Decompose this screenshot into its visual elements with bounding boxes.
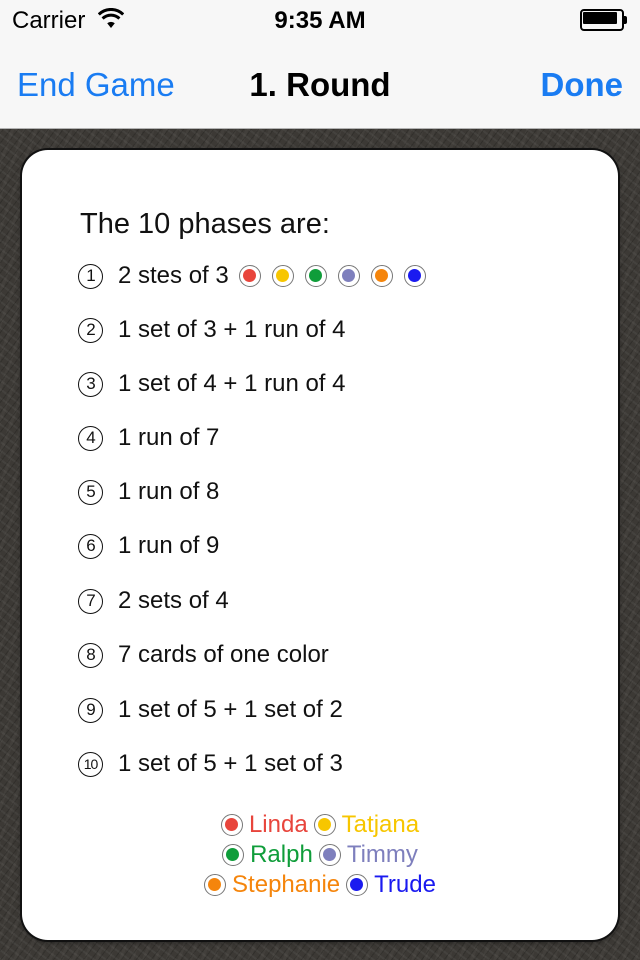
phase-text: 7 cards of one color (118, 641, 329, 668)
phase-number: 3 (78, 371, 103, 397)
player-dot-icon (222, 844, 245, 866)
phase-text: 1 set of 3 + 1 run of 4 (118, 316, 346, 343)
player-dot-icon (403, 265, 426, 287)
phase-number: 1 (78, 263, 103, 289)
phase-number: 6 (78, 533, 103, 559)
phase-number: 8 (78, 642, 103, 668)
phase-number: 10 (78, 751, 103, 777)
phase-text: 1 run of 8 (118, 478, 220, 505)
phase-text: 1 set of 5 + 1 set of 3 (118, 750, 343, 777)
player-name: Trude (374, 871, 436, 898)
phase-row: 10 1 set of 5 + 1 set of 3 (78, 746, 343, 782)
done-button[interactable]: Done (541, 66, 624, 104)
phases-card: The 10 phases are: 1 2 stes of 3 2 1 set… (22, 150, 618, 940)
phase-text: 1 set of 5 + 1 set of 2 (118, 696, 343, 723)
player-name: Timmy (346, 841, 418, 868)
phase-number: 2 (78, 317, 103, 343)
legend-item: Linda (220, 811, 308, 839)
player-dot-icon (313, 814, 336, 836)
player-dot-icon (304, 265, 327, 287)
phase-text: 2 sets of 4 (118, 587, 229, 614)
phase-row: 3 1 set of 4 + 1 run of 4 (78, 366, 345, 402)
phase-text: 1 run of 7 (118, 424, 220, 451)
phase-row: 2 1 set of 3 + 1 run of 4 (78, 312, 345, 348)
phase-row: 6 1 run of 9 (78, 528, 219, 564)
phase-row: 4 1 run of 7 (78, 420, 219, 456)
top-bar: Carrier 9:35 AM End Game 1. Round Done (0, 0, 640, 129)
player-name: Tatjana (341, 811, 420, 838)
phase-row: 9 1 set of 5 + 1 set of 2 (78, 692, 343, 728)
player-dot-icon (337, 265, 360, 287)
phase-text: 2 stes of 3 (118, 262, 229, 289)
phase-number: 4 (78, 425, 103, 451)
clock: 9:35 AM (274, 7, 366, 34)
legend-item: Trude (346, 871, 436, 899)
player-dot-icon (346, 874, 369, 896)
phase-row: 1 2 stes of 3 (78, 258, 437, 294)
phases-heading: The 10 phases are: (80, 208, 330, 240)
player-dot-icon (204, 874, 227, 896)
phase-number: 9 (78, 697, 103, 723)
player-dot-icon (238, 265, 261, 287)
player-dot-icon (271, 265, 294, 287)
legend-item: Tatjana (313, 811, 420, 839)
player-dot-icon (318, 844, 341, 866)
player-name: Ralph (250, 841, 313, 868)
phase-player-dots (238, 265, 437, 287)
player-dot-icon (370, 265, 393, 287)
status-bar: Carrier 9:35 AM (0, 0, 640, 40)
player-name: Stephanie (232, 871, 341, 898)
phase-text: 1 set of 4 + 1 run of 4 (118, 370, 346, 397)
legend-item: Stephanie (204, 871, 340, 899)
phase-number: 5 (78, 479, 103, 505)
phase-row: 7 2 sets of 4 (78, 583, 229, 619)
phase-row: 5 1 run of 8 (78, 474, 219, 510)
player-dot-icon (220, 814, 243, 836)
player-name: Linda (248, 811, 308, 838)
legend-item: Timmy (318, 841, 418, 869)
phase-row: 8 7 cards of one color (78, 637, 329, 673)
phase-text: 1 run of 9 (118, 532, 220, 559)
player-legend: Linda Tatjana Ralph Timmy Stephanie Trud… (22, 810, 618, 900)
phase-number: 7 (78, 588, 103, 614)
legend-item: Ralph (222, 841, 313, 869)
battery-icon (580, 9, 628, 31)
